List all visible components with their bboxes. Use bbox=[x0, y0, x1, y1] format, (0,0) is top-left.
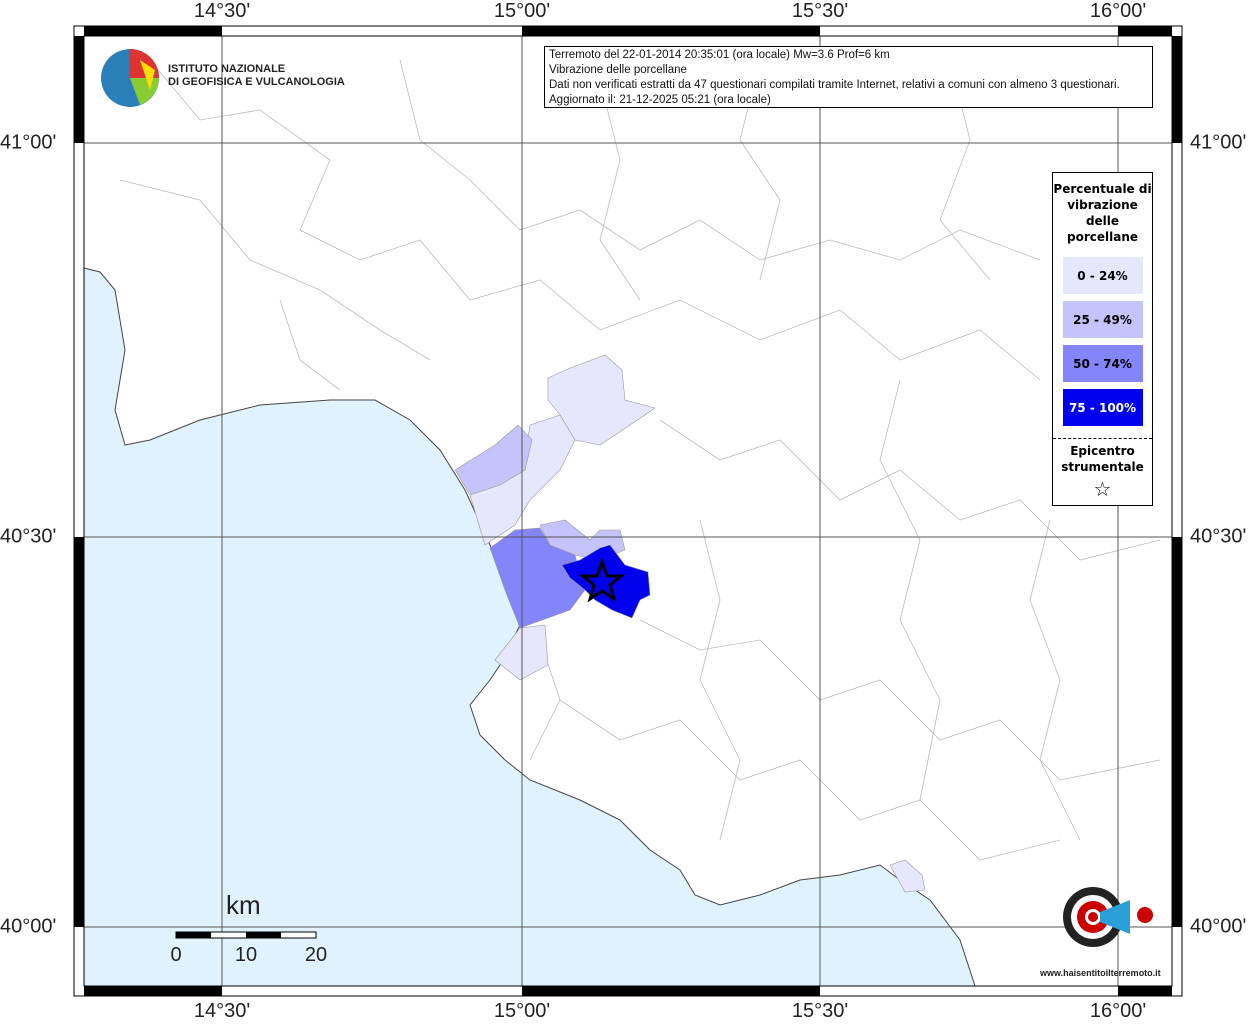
ingv-line1: ISTITUTO NAZIONALE bbox=[168, 63, 286, 75]
star-icon: ☆ bbox=[1093, 477, 1112, 501]
scale-bar bbox=[175, 931, 317, 939]
ingv-logo-text: ISTITUTO NAZIONALE DI GEOFISICA E VULCAN… bbox=[168, 63, 345, 89]
updated-line: Aggiornato il: 21-12-2025 05:21 (ora loc… bbox=[549, 94, 771, 106]
event-info-box: Terremoto del 22-01-2014 20:35:01 (ora l… bbox=[544, 46, 1153, 108]
legend: Percentuale di vibrazione delle porcella… bbox=[1052, 172, 1153, 506]
legend-title: Percentuale di vibrazione delle porcella… bbox=[1053, 182, 1152, 244]
lon-label-top: 14°30' bbox=[193, 0, 251, 22]
lat-label-right: 41°00' bbox=[1190, 131, 1247, 154]
ingv-logo-icon bbox=[101, 49, 159, 107]
lon-label-top: 15°30' bbox=[791, 0, 849, 22]
scale-tick: 10 bbox=[234, 944, 258, 966]
lon-label-top: 16°00' bbox=[1089, 0, 1147, 22]
event-line: Terremoto del 22-01-2014 20:35:01 (ora l… bbox=[549, 49, 890, 61]
legend-class: 75 - 100% bbox=[1062, 389, 1143, 426]
hst-logo-text: www.haisentitoilterremoto.it bbox=[1040, 968, 1161, 978]
scale-unit: km bbox=[226, 890, 261, 920]
lat-label-left: 41°00' bbox=[0, 131, 57, 154]
data-note-line: Dati non verificati estratti da 47 quest… bbox=[549, 79, 1120, 91]
intensity-map: 14°30' 15°00' 15°30' 16°00' 14°30' 15°00… bbox=[0, 0, 1255, 1024]
lat-label-right: 40°30' bbox=[1190, 525, 1247, 548]
legend-class: 0 - 24% bbox=[1062, 257, 1143, 294]
lon-label-bottom: 15°00' bbox=[493, 1000, 551, 1022]
legend-class: 25 - 49% bbox=[1062, 301, 1143, 338]
scale-tick: 0 bbox=[170, 944, 182, 966]
lon-label-bottom: 15°30' bbox=[791, 1000, 849, 1022]
lat-label-left: 40°30' bbox=[0, 525, 57, 548]
parameter-line: Vibrazione delle porcellane bbox=[549, 64, 687, 76]
lat-label-left: 40°00' bbox=[0, 915, 57, 938]
scale-tick: 20 bbox=[304, 944, 328, 966]
lon-label-bottom: 16°00' bbox=[1089, 1000, 1147, 1022]
legend-divider bbox=[1053, 438, 1152, 439]
legend-class: 50 - 74% bbox=[1062, 345, 1143, 382]
ingv-line2: DI GEOFISICA E VULCANOLOGIA bbox=[168, 76, 345, 88]
lat-label-right: 40°00' bbox=[1190, 915, 1247, 938]
lon-label-top: 15°00' bbox=[493, 0, 551, 22]
legend-epicenter-label: Epicentro strumentale bbox=[1061, 444, 1144, 474]
map-canvas bbox=[73, 25, 1183, 997]
lon-label-bottom: 14°30' bbox=[193, 1000, 251, 1022]
